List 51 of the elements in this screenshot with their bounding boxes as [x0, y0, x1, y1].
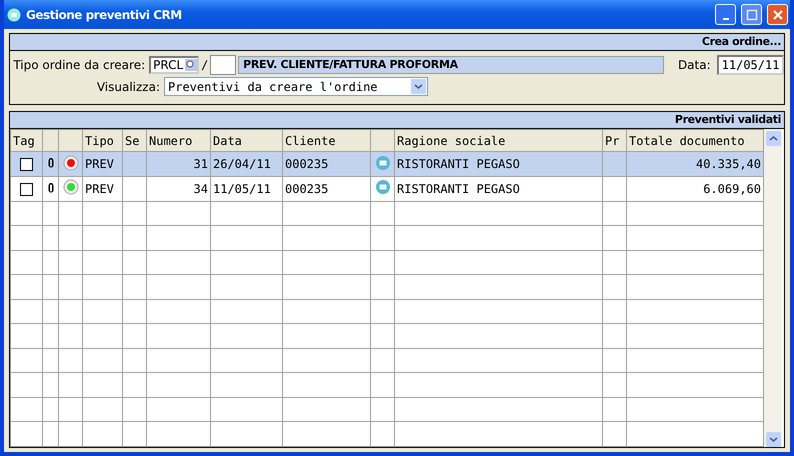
scroll-up-icon[interactable] — [766, 131, 780, 146]
tag-checkbox[interactable] — [20, 158, 33, 172]
table-cell: 000235 — [282, 176, 370, 202]
date-field[interactable]: 11/05/11 — [716, 55, 784, 75]
minimize-button[interactable] — [715, 4, 736, 25]
panel-title: Crea ordine... — [702, 35, 781, 48]
column-header[interactable]: Totale documento — [626, 130, 764, 152]
close-button[interactable] — [767, 4, 788, 25]
maximize-icon — [746, 8, 758, 20]
table-cell: RISTORANTI PEGASO — [394, 152, 602, 177]
column-header[interactable]: Numero — [146, 130, 210, 152]
table-cell: 26/04/11 — [210, 152, 282, 177]
view-dropdown[interactable]: Preventivi da creare l'ordine — [164, 77, 428, 96]
table-cell: 34 — [146, 176, 210, 202]
tag-checkbox[interactable] — [20, 182, 33, 196]
field-label: Tipo ordine da creare: — [12, 58, 146, 72]
column-header[interactable]: Tipo — [82, 130, 122, 152]
column-header[interactable]: Data — [210, 130, 282, 152]
maximize-button[interactable] — [741, 4, 762, 25]
close-icon — [772, 8, 784, 20]
window-title: Gestione preventivi CRM — [26, 8, 182, 22]
table-cell: 11/05/11 — [210, 176, 282, 202]
column-header[interactable]: Tag — [10, 130, 42, 152]
column-header[interactable]: Cliente — [282, 130, 370, 152]
order-type-field[interactable]: PRCL — [149, 56, 200, 74]
scroll-down-icon[interactable] — [766, 432, 780, 447]
column-header[interactable]: Pr — [602, 130, 626, 152]
paperclip-icon — [48, 157, 54, 168]
table-cell: 40.335,40 — [626, 152, 764, 177]
table-cell: PREV — [82, 176, 122, 202]
input-field[interactable] — [210, 55, 236, 75]
column-header[interactable]: Se — [122, 130, 146, 152]
app-icon — [7, 8, 21, 22]
table-cell: 000235 — [282, 152, 370, 177]
search-icon[interactable] — [185, 59, 198, 71]
table-cell: 31 — [146, 152, 210, 177]
column-header[interactable]: Ragione sociale — [394, 130, 602, 152]
scrollbar[interactable] — [764, 129, 782, 447]
order-type-description: PREV. CLIENTE/FATTURA PROFORMA — [238, 56, 664, 74]
paperclip-icon — [48, 182, 54, 193]
table-cell: RISTORANTI PEGASO — [394, 176, 602, 202]
date-label: Data: — [678, 58, 711, 72]
table-cell: 6.069,60 — [626, 176, 764, 202]
minimize-icon — [722, 18, 728, 20]
table-cell: PREV — [82, 152, 122, 177]
panel-title: Preventivi validati — [674, 113, 781, 126]
table-row[interactable]: PREV 34 11/05/11 000235 RISTORANTI PEGASO 6.069,60 — [10, 176, 764, 202]
field-label: Visualizza: — [96, 80, 160, 94]
chevron-down-icon — [411, 79, 426, 94]
table-row[interactable]: PREV 31 26/04/11 000235 RISTORANTI PEGASO 40.335,40 — [10, 152, 764, 177]
separator-text: / — [201, 58, 208, 72]
